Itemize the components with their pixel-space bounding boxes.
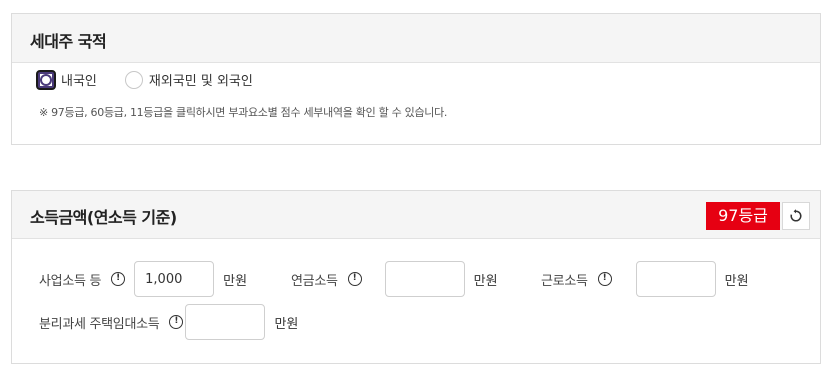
earned-income-field: 근로소득 ! 만원 xyxy=(541,261,749,297)
pension-income-label: 연금소득 xyxy=(291,273,338,289)
refresh-button[interactable] xyxy=(782,202,810,230)
info-icon[interactable]: ! xyxy=(169,315,184,329)
info-icon[interactable]: ! xyxy=(597,272,612,286)
pension-income-input[interactable] xyxy=(384,261,465,297)
unit-label: 만원 xyxy=(724,273,749,289)
panel-title: 소득금액(연소득 기준) xyxy=(30,208,177,227)
unit-label: 만원 xyxy=(274,316,299,332)
panel-title: 세대주 국적 xyxy=(30,32,107,51)
unit-label: 만원 xyxy=(223,273,248,289)
radio-domestic[interactable] xyxy=(36,69,56,90)
info-icon[interactable]: ! xyxy=(111,272,126,286)
radio-foreign-label[interactable]: 재외국민 및 외국인 xyxy=(149,70,253,89)
earned-income-label: 근로소득 xyxy=(541,273,588,289)
business-income-label: 사업소득 등 xyxy=(39,273,102,289)
business-income-input[interactable] xyxy=(134,261,215,297)
grade-note: ※ 97등급, 60등급, 11등급을 클릭하시면 부과요소별 점수 세부내역을… xyxy=(39,106,448,119)
radio-domestic-label[interactable]: 내국인 xyxy=(61,70,97,89)
rental-income-input[interactable] xyxy=(185,304,266,340)
refresh-icon xyxy=(790,209,802,222)
radio-foreign[interactable] xyxy=(124,70,143,89)
unit-label: 만원 xyxy=(473,273,498,289)
pension-income-field: 연금소득 ! 만원 xyxy=(291,261,498,297)
rental-income-field: 분리과세 주택임대소득 ! 만원 xyxy=(39,304,298,340)
rental-income-label: 분리과세 주택임대소득 xyxy=(39,316,160,332)
panel-header: 소득금액(연소득 기준) 97등급 xyxy=(12,191,820,239)
panel-header: 세대주 국적 xyxy=(12,14,820,63)
grade-badge[interactable]: 97등급 xyxy=(706,202,780,230)
business-income-field: 사업소득 등 ! 만원 xyxy=(39,261,247,297)
nationality-radio-group: 내국인 재외국민 및 외국인 xyxy=(36,69,281,90)
info-icon[interactable]: ! xyxy=(347,272,362,286)
earned-income-input[interactable] xyxy=(635,261,716,297)
